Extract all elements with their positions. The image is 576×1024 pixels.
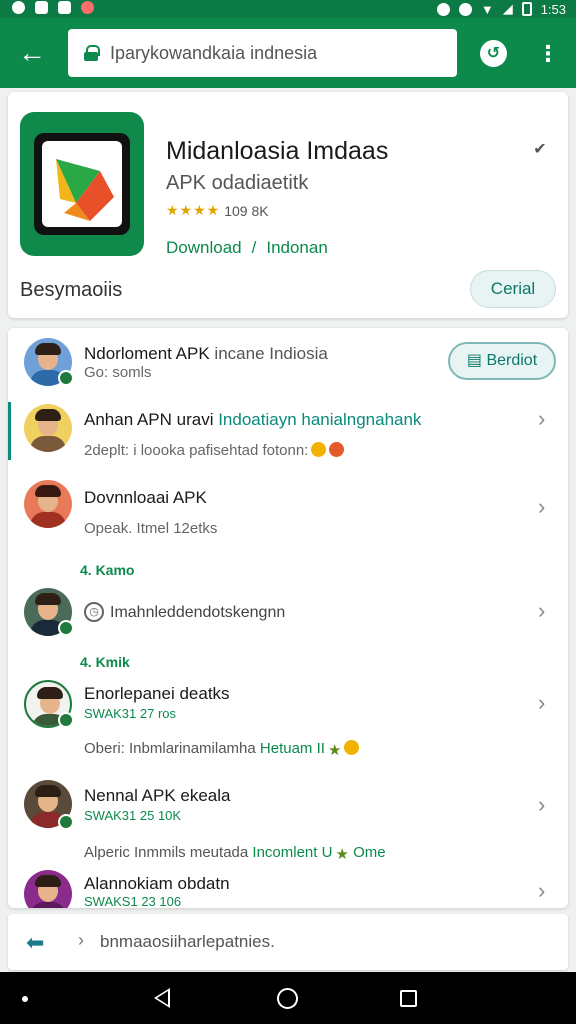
system-nav-bar: [0, 972, 576, 1024]
more-vert-icon: ⋮: [537, 41, 559, 66]
emoji-icon: [311, 442, 327, 457]
nav-home-icon[interactable]: [277, 988, 298, 1009]
send-button[interactable]: ▤ Berdiot: [448, 342, 556, 380]
app-links: Download / Indonan: [166, 238, 328, 258]
chevron-right-icon: ›: [538, 494, 546, 519]
item-subtitle: SWAK31 25 10K: [84, 808, 182, 823]
star-rating-icon: ★★★★: [166, 202, 221, 218]
app-subtitle: APK odadiaetitk: [166, 172, 309, 194]
compose-input[interactable]: bnmaaosiiharlepatnies.: [100, 932, 275, 952]
notification-icon: [58, 1, 71, 14]
chevron-right-icon: ›: [538, 878, 546, 903]
list-item[interactable]: Dovnnloaai APK Opeak. Itmel 12etks ›: [8, 478, 568, 550]
list-item[interactable]: Alannokiam obdatn SWAKS1 23 106 ›: [8, 868, 568, 908]
compose-bar[interactable]: ⬅ › bnmaaosiiharlepatnies.: [8, 914, 568, 970]
item-title: Enorlepanei deatks: [84, 684, 230, 703]
star-icon: ★: [327, 742, 342, 759]
section-label: 4. Kmik: [80, 654, 130, 670]
list-item[interactable]: ◷ Imahnleddendotskengnn ›: [8, 584, 568, 640]
history-icon: ↺: [486, 45, 501, 62]
status-bar: ▼ ◢ 1:53: [0, 0, 576, 18]
list-item[interactable]: Ndorloment APK incane Indiosia Go: somls…: [8, 328, 568, 396]
share-button[interactable]: ✔: [529, 139, 551, 161]
url-text: Iparykowandkaia indnesia: [110, 42, 318, 63]
share-icon: ✔: [533, 141, 547, 158]
status-icons-left: [12, 1, 94, 14]
chevron-right-icon: ›: [538, 598, 546, 623]
item-title: Alannokiam obdatn: [84, 874, 230, 893]
wifi-icon: ▼: [480, 1, 494, 17]
reply-icon[interactable]: ⬅: [26, 930, 44, 956]
notification-icon: [81, 1, 94, 14]
lock-icon: [84, 45, 100, 61]
verified-badge-icon: [58, 712, 74, 728]
section-label: 4. Kamo: [80, 562, 135, 578]
star-icon: ★: [335, 846, 349, 863]
emoji-icon: [344, 740, 360, 755]
emoji-icon: [329, 442, 345, 457]
status-icons-right: ▼ ◢ 1:53: [436, 1, 566, 17]
notification-icon: [12, 1, 25, 14]
app-meta: Besymaoiis: [20, 279, 123, 301]
item-title: Ndorloment APK incane Indiosia: [84, 344, 328, 363]
item-subtitle: SWAK31 27 ros: [84, 706, 177, 721]
chevron-right-icon: ›: [538, 406, 546, 431]
link-separator: /: [251, 238, 257, 257]
back-button[interactable]: ←: [16, 38, 48, 70]
item-subtitle: 2deplt: i loooka pafisehtad fotonn:: [84, 442, 345, 459]
feed-list: Ndorloment APK incane Indiosia Go: somls…: [8, 328, 568, 908]
app-bar: ← Iparykowandkaia indnesia ↺ ⋮: [0, 18, 576, 88]
cancel-button[interactable]: Cerial: [470, 270, 556, 308]
clock: 1:53: [540, 1, 566, 17]
nav-back-icon[interactable]: [154, 988, 170, 1008]
chevron-right-icon: ›: [538, 690, 546, 715]
document-icon: ▤: [466, 352, 482, 369]
item-title: Imahnleddendotskengnn: [110, 604, 286, 621]
item-subtitle: Opeak. Itmel 12etks: [84, 520, 218, 537]
notification-icon: [35, 1, 48, 14]
avatar: [24, 404, 72, 452]
item-title: Dovnnloaai APK: [84, 488, 207, 507]
battery-icon: [521, 2, 532, 16]
app-logo-icon: [20, 112, 144, 256]
url-field[interactable]: Iparykowandkaia indnesia: [68, 29, 457, 77]
item-subtitle: Go: somls: [84, 364, 152, 381]
clock-icon: ◷: [84, 602, 104, 622]
sync-icon: [458, 2, 472, 16]
app-info-card: Midanloasia Imdaas APK odadiaetitk ★★★★ …: [8, 92, 568, 318]
region-link[interactable]: Indonan: [266, 238, 327, 258]
item-title: Nennal APK ekeala: [84, 786, 231, 805]
list-item[interactable]: Nennal APK ekeala SWAK31 25 10K Alperic …: [8, 778, 568, 870]
download-link[interactable]: Download: [166, 238, 242, 258]
app-title: Midanloasia Imdaas: [166, 137, 389, 165]
app-rating: ★★★★ 109 8K: [166, 202, 269, 219]
history-button[interactable]: ↺: [480, 40, 507, 67]
item-snippet: Oberi: Inbmlarinamilamha Hetuam II ★: [84, 740, 360, 759]
more-menu-button[interactable]: ⋮: [537, 40, 559, 68]
verified-badge-icon: [58, 814, 74, 830]
verified-badge-icon: [58, 370, 74, 386]
nav-dot-icon: [22, 996, 28, 1002]
list-item[interactable]: Anhan APN uravi Indoatiayn hanialngnahan…: [8, 398, 568, 468]
item-subtitle: SWAKS1 23 106: [84, 894, 182, 908]
arrow-left-icon: ←: [18, 37, 46, 68]
verified-badge-icon: [58, 620, 74, 636]
chevron-right-icon: ›: [538, 792, 546, 817]
alarm-icon: [436, 2, 450, 16]
list-item[interactable]: Enorlepanei deatks SWAK31 27 ros Oberi: …: [8, 676, 568, 772]
avatar: [24, 870, 72, 908]
item-title: Anhan APN uravi Indoatiayn hanialngnahan…: [84, 410, 422, 429]
nav-recents-icon[interactable]: [400, 990, 417, 1007]
rating-count: 109 8K: [224, 202, 269, 219]
signal-icon: ◢: [502, 1, 513, 16]
chevron-right-icon: ›: [78, 930, 84, 950]
avatar: [24, 480, 72, 528]
item-snippet: Alperic Inmmils meutada Incomlent U ★ Ome: [84, 844, 386, 863]
